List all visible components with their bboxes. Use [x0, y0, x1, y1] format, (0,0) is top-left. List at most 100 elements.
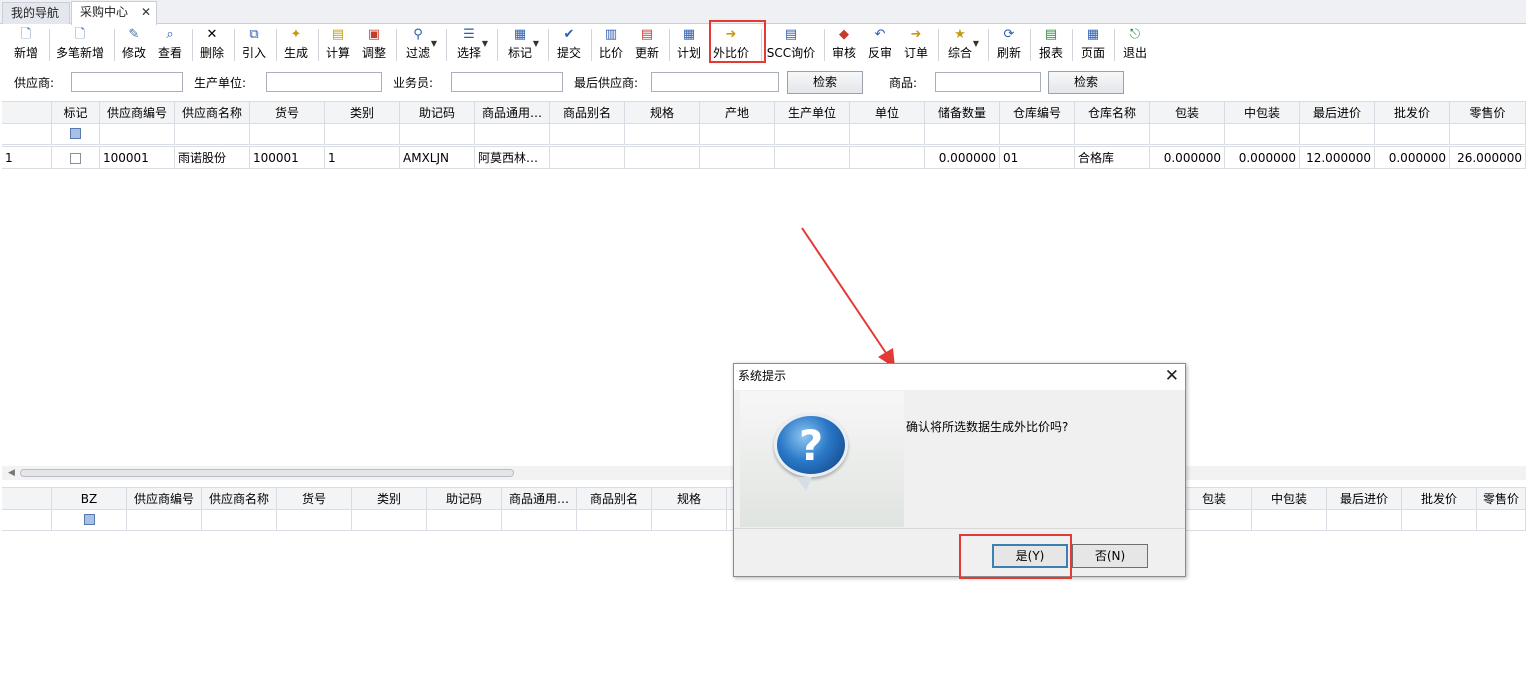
mark-button[interactable]: ▦ 标记 ▼ [503, 25, 539, 65]
filter-cell[interactable] [625, 123, 700, 145]
filter-cell[interactable] [250, 123, 325, 145]
filter-cell[interactable] [1375, 123, 1450, 145]
filter-checkbox-icon[interactable] [70, 128, 81, 139]
filter-cell[interactable] [1477, 509, 1526, 531]
last-supplier-input[interactable] [651, 72, 779, 92]
column-header[interactable]: 单位 [850, 102, 925, 124]
column-header[interactable]: 供应商编号 [127, 488, 202, 510]
column-header[interactable]: 仓库名称 [1075, 102, 1150, 124]
report-button[interactable]: ▤ 报表 [1036, 25, 1066, 65]
column-header[interactable]: 中包装 [1225, 102, 1300, 124]
search-button-2[interactable]: 检索 [1048, 71, 1124, 94]
refresh-button[interactable]: ⟳ 刷新 [994, 25, 1024, 65]
column-header[interactable]: 类别 [325, 102, 400, 124]
cell-retail-price[interactable]: 26.000000 [1450, 147, 1526, 169]
cell-supplier-code[interactable]: 100001 [100, 147, 175, 169]
view-button[interactable]: ⌕ 查看 [155, 25, 185, 65]
multi-new-button[interactable]: 🗋 多笔新增 [55, 25, 105, 65]
filter-cell[interactable] [775, 123, 850, 145]
filter-cell[interactable] [127, 509, 202, 531]
filter-cell[interactable] [325, 123, 400, 145]
cell-generic-name[interactable]: 阿莫西林… [475, 147, 550, 169]
column-header[interactable]: 货号 [277, 488, 352, 510]
new-button[interactable]: 🗋 新增 [10, 25, 42, 65]
filter-cell[interactable] [1252, 509, 1327, 531]
search-button[interactable]: 检索 [787, 71, 863, 94]
filter-cell[interactable] [1300, 123, 1375, 145]
filter-cell[interactable] [1075, 123, 1150, 145]
filter-checkbox-icon[interactable] [83, 514, 95, 525]
approve-button[interactable]: ◆ 审核 [829, 25, 859, 65]
cell-supplier-name[interactable]: 雨诺股份 [175, 147, 250, 169]
filter-cell[interactable] [427, 509, 502, 531]
filter-cell[interactable] [850, 123, 925, 145]
column-header[interactable]: 规格 [625, 102, 700, 124]
cell-alias[interactable] [550, 147, 625, 169]
filter-cell[interactable] [1150, 123, 1225, 145]
column-header[interactable]: 助记码 [400, 102, 475, 124]
tab-my-navigation[interactable]: 我的导航 [2, 2, 70, 24]
update-button[interactable]: ▤ 更新 [632, 25, 662, 65]
cell-mid-package[interactable]: 0.000000 [1225, 147, 1300, 169]
submit-button[interactable]: ✔ 提交 [554, 25, 584, 65]
filter-cell[interactable] [1225, 123, 1300, 145]
column-header[interactable]: BZ [52, 488, 127, 510]
no-button[interactable]: 否(N) [1072, 544, 1148, 568]
tab-close-icon[interactable]: ✕ [141, 2, 151, 22]
filter-cell[interactable] [925, 123, 1000, 145]
plan-button[interactable]: ▦ 计划 [674, 25, 704, 65]
cell-warehouse-code[interactable]: 01 [1000, 147, 1075, 169]
generate-button[interactable]: ✦ 生成 [281, 25, 311, 65]
scroll-thumb[interactable] [20, 469, 514, 477]
filter-cell[interactable] [52, 123, 100, 145]
dropdown-arrow-icon[interactable]: ▼ [482, 39, 488, 48]
column-header[interactable]: 零售价 [1450, 102, 1526, 124]
column-header[interactable]: 零售价 [1477, 488, 1526, 510]
dropdown-arrow-icon[interactable]: ▼ [533, 39, 539, 48]
cell-origin[interactable] [700, 147, 775, 169]
tab-purchase-center[interactable]: 采购中心 ✕ [71, 1, 157, 25]
scc-inquiry-button[interactable]: ▤ SCC询价 [766, 25, 816, 65]
import-button[interactable]: ⧉ 引入 [239, 25, 269, 65]
calculate-button[interactable]: ▤ 计算 [323, 25, 353, 65]
filter-cell[interactable] [475, 123, 550, 145]
cell-manufacturer[interactable] [775, 147, 850, 169]
column-header[interactable]: 产地 [700, 102, 775, 124]
filter-cell[interactable] [652, 509, 727, 531]
column-header[interactable]: 中包装 [1252, 488, 1327, 510]
column-header[interactable]: 供应商名称 [175, 102, 250, 124]
cell-mnemonic[interactable]: AMXLJN [400, 147, 475, 169]
filter-cell[interactable] [352, 509, 427, 531]
column-header[interactable]: 标记 [52, 102, 100, 124]
select-button[interactable]: ☰ 选择 ▼ [452, 25, 488, 65]
product-input[interactable] [935, 72, 1041, 92]
cell-reserve-qty[interactable]: 0.000000 [925, 147, 1000, 169]
scroll-left-icon[interactable]: ◀ [8, 466, 15, 480]
filter-cell[interactable] [100, 123, 175, 145]
cell-package[interactable]: 0.000000 [1150, 147, 1225, 169]
column-header[interactable]: 类别 [352, 488, 427, 510]
column-header[interactable]: 包装 [1150, 102, 1225, 124]
filter-cell[interactable] [202, 509, 277, 531]
edit-button[interactable]: ✎ 修改 [119, 25, 149, 65]
column-header[interactable]: 包装 [1177, 488, 1252, 510]
column-header[interactable]: 商品通用… [475, 102, 550, 124]
checkbox-icon[interactable] [70, 153, 81, 164]
filter-cell[interactable] [502, 509, 577, 531]
cell-item-number[interactable]: 100001 [250, 147, 325, 169]
column-header[interactable]: 储备数量 [925, 102, 1000, 124]
column-header[interactable]: 生产单位 [775, 102, 850, 124]
column-header[interactable]: 商品别名 [577, 488, 652, 510]
filter-cell[interactable] [400, 123, 475, 145]
filter-cell[interactable] [1450, 123, 1526, 145]
cell-spec[interactable] [625, 147, 700, 169]
table-row[interactable]: 1 100001 雨诺股份 100001 1 AMXLJN 阿莫西林… 0.00… [2, 146, 1526, 169]
column-header[interactable]: 批发价 [1402, 488, 1477, 510]
filter-cell[interactable] [550, 123, 625, 145]
close-icon[interactable]: ✕ [1165, 366, 1179, 386]
filter-cell[interactable] [1402, 509, 1477, 531]
column-header[interactable]: 助记码 [427, 488, 502, 510]
filter-cell[interactable] [52, 509, 127, 531]
column-header[interactable]: 商品通用… [502, 488, 577, 510]
supplier-input[interactable] [71, 72, 183, 92]
